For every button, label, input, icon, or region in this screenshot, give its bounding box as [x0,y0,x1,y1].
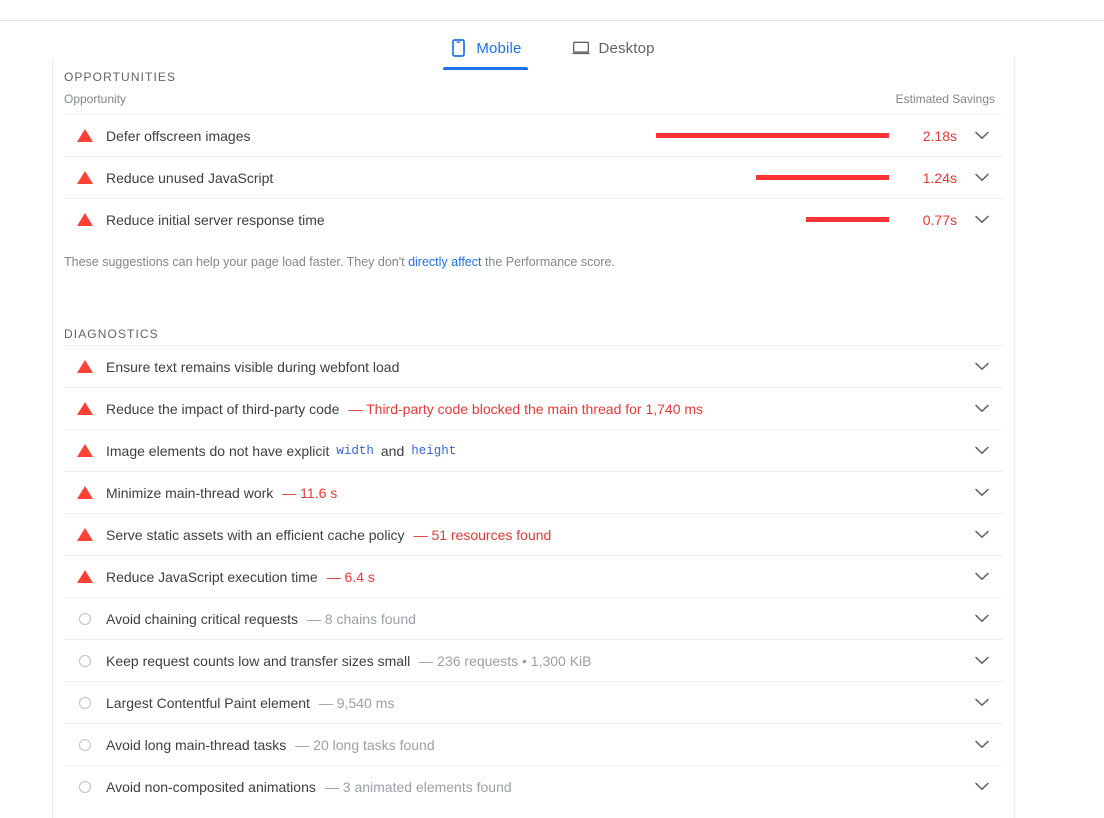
diagnostic-title: Reduce JavaScript execution time [106,568,318,585]
chevron-down-icon[interactable] [961,173,1003,182]
directly-affect-link[interactable]: directly affect [408,255,481,269]
opportunity-row[interactable]: Reduce initial server response time 0.77s [64,198,1003,240]
estimated-savings-value: 0.77s [922,211,957,228]
diagnostic-title: Serve static assets with an efficient ca… [106,526,405,543]
opportunity-row[interactable]: Reduce unused JavaScript 1.24s [64,156,1003,198]
diagnostic-subtext: — 51 resources found [413,526,552,543]
diagnostic-subtext: — Third-party code blocked the main thre… [348,400,704,417]
diagnostic-title: Minimize main-thread work [106,484,274,501]
device-tab-strip: Mobile Desktop [0,26,1104,70]
diagnostic-subtext: — 8 chains found [306,610,416,627]
audits-card: OPPORTUNITIES Opportunity Estimated Savi… [52,58,1015,818]
opportunities-list: Defer offscreen images 2.18s Reduce unused… [64,114,1003,240]
chevron-down-icon[interactable] [961,530,1003,539]
chevron-down-icon[interactable] [961,215,1003,224]
fail-triangle-icon [77,570,93,583]
chevron-down-icon[interactable] [961,740,1003,749]
pass-circle-icon [79,612,91,625]
diagnostic-title: Reduce the impact of third-party code [106,400,340,417]
tab-desktop-label: Desktop [598,39,655,57]
savings-bar [656,133,889,138]
fail-triangle-icon [77,528,93,541]
diagnostic-subtext: — 11.6 s [282,484,338,501]
diagnostic-title: Avoid chaining critical requests [106,610,298,627]
code-conjunction: and [380,442,405,459]
diagnostic-row[interactable]: Avoid long main-thread tasks — 20 long ta… [64,723,1003,765]
code-token-height: height [411,443,457,458]
fail-triangle-icon [77,171,93,184]
tab-mobile-label: Mobile [476,39,522,57]
chevron-down-icon[interactable] [961,362,1003,371]
opportunity-title: Reduce unused JavaScript [106,169,274,186]
fail-triangle-icon [77,360,93,373]
opportunities-note: These suggestions can help your page loa… [64,240,1003,269]
opportunities-column-headers: Opportunity Estimated Savings [64,88,1003,114]
opportunity-title: Defer offscreen images [106,127,251,144]
pagespeed-results-page: Mobile Desktop OPPORTUNITIES Opportunity… [0,0,1104,818]
diagnostic-row[interactable]: Image elements do not have explicit width… [64,429,1003,471]
chevron-down-icon[interactable] [961,131,1003,140]
fail-triangle-icon [77,129,93,142]
diagnostic-subtext: — 3 animated elements found [324,778,512,795]
chevron-down-icon[interactable] [961,614,1003,623]
diagnostic-row[interactable]: Avoid non-composited animations — 3 anima… [64,765,1003,807]
column-header-opportunity: Opportunity [64,92,127,106]
pass-circle-icon [79,780,91,793]
diagnostic-row[interactable]: Keep request counts low and transfer siz… [64,639,1003,681]
diagnostic-row[interactable]: Minimize main-thread work — 11.6 s [64,471,1003,513]
note-text-after: the Performance score. [481,255,615,269]
column-header-estimated-savings: Estimated Savings [895,92,995,106]
diagnostic-subtext: — 20 long tasks found [295,736,435,753]
pass-circle-icon [79,738,91,751]
chevron-down-icon[interactable] [961,404,1003,413]
diagnostic-title: Avoid non-composited animations [106,778,316,795]
diagnostic-row[interactable]: Ensure text remains visible during webfo… [64,345,1003,387]
chevron-down-icon[interactable] [961,656,1003,665]
diagnostic-title: Image elements do not have explicit [106,442,330,459]
chevron-down-icon[interactable] [961,782,1003,791]
tab-mobile[interactable]: Mobile [443,37,528,70]
savings-bar-cell [646,133,891,138]
fail-triangle-icon [77,402,93,415]
fail-triangle-icon [77,444,93,457]
diagnostics-list: Ensure text remains visible during webfo… [64,345,1003,807]
opportunity-row[interactable]: Defer offscreen images 2.18s [64,114,1003,156]
pass-circle-icon [79,654,91,667]
header-divider [0,20,1104,21]
diagnostic-title: Ensure text remains visible during webfo… [106,358,400,375]
savings-bar [756,175,889,180]
diagnostic-subtext: — 236 requests • 1,300 KiB [419,652,592,669]
estimated-savings-value: 1.24s [922,169,957,186]
fail-triangle-icon [77,213,93,226]
savings-bar-cell [646,217,891,222]
savings-bar [806,217,889,222]
desktop-monitor-icon [571,39,590,57]
chevron-down-icon[interactable] [961,572,1003,581]
diagnostic-title: Largest Contentful Paint element [106,694,310,711]
diagnostic-row[interactable]: Reduce JavaScript execution time — 6.4 s [64,555,1003,597]
diagnostic-row[interactable]: Reduce the impact of third-party code — T… [64,387,1003,429]
note-text-before: These suggestions can help your page loa… [64,255,409,269]
diagnostic-row[interactable]: Serve static assets with an efficient ca… [64,513,1003,555]
diagnostic-subtext: — 6.4 s [326,568,375,585]
diagnostic-row[interactable]: Largest Contentful Paint element — 9,540 … [64,681,1003,723]
diagnostic-subtext: — 9,540 ms [318,694,395,711]
mobile-phone-icon [449,39,467,57]
chevron-down-icon[interactable] [961,698,1003,707]
fail-triangle-icon [77,486,93,499]
chevron-down-icon[interactable] [961,446,1003,455]
opportunity-title: Reduce initial server response time [106,211,325,228]
diagnostic-title: Avoid long main-thread tasks [106,736,287,753]
savings-bar-cell [646,175,891,180]
code-token-width: width [336,443,374,458]
tab-desktop[interactable]: Desktop [565,37,661,70]
tab-active-underline [443,67,528,70]
diagnostic-row[interactable]: Avoid chaining critical requests — 8 chai… [64,597,1003,639]
diagnostic-title: Keep request counts low and transfer siz… [106,652,411,669]
estimated-savings-value: 2.18s [922,127,957,144]
pass-circle-icon [79,696,91,709]
diagnostics-section-title: DIAGNOSTICS [64,327,159,341]
chevron-down-icon[interactable] [961,488,1003,497]
